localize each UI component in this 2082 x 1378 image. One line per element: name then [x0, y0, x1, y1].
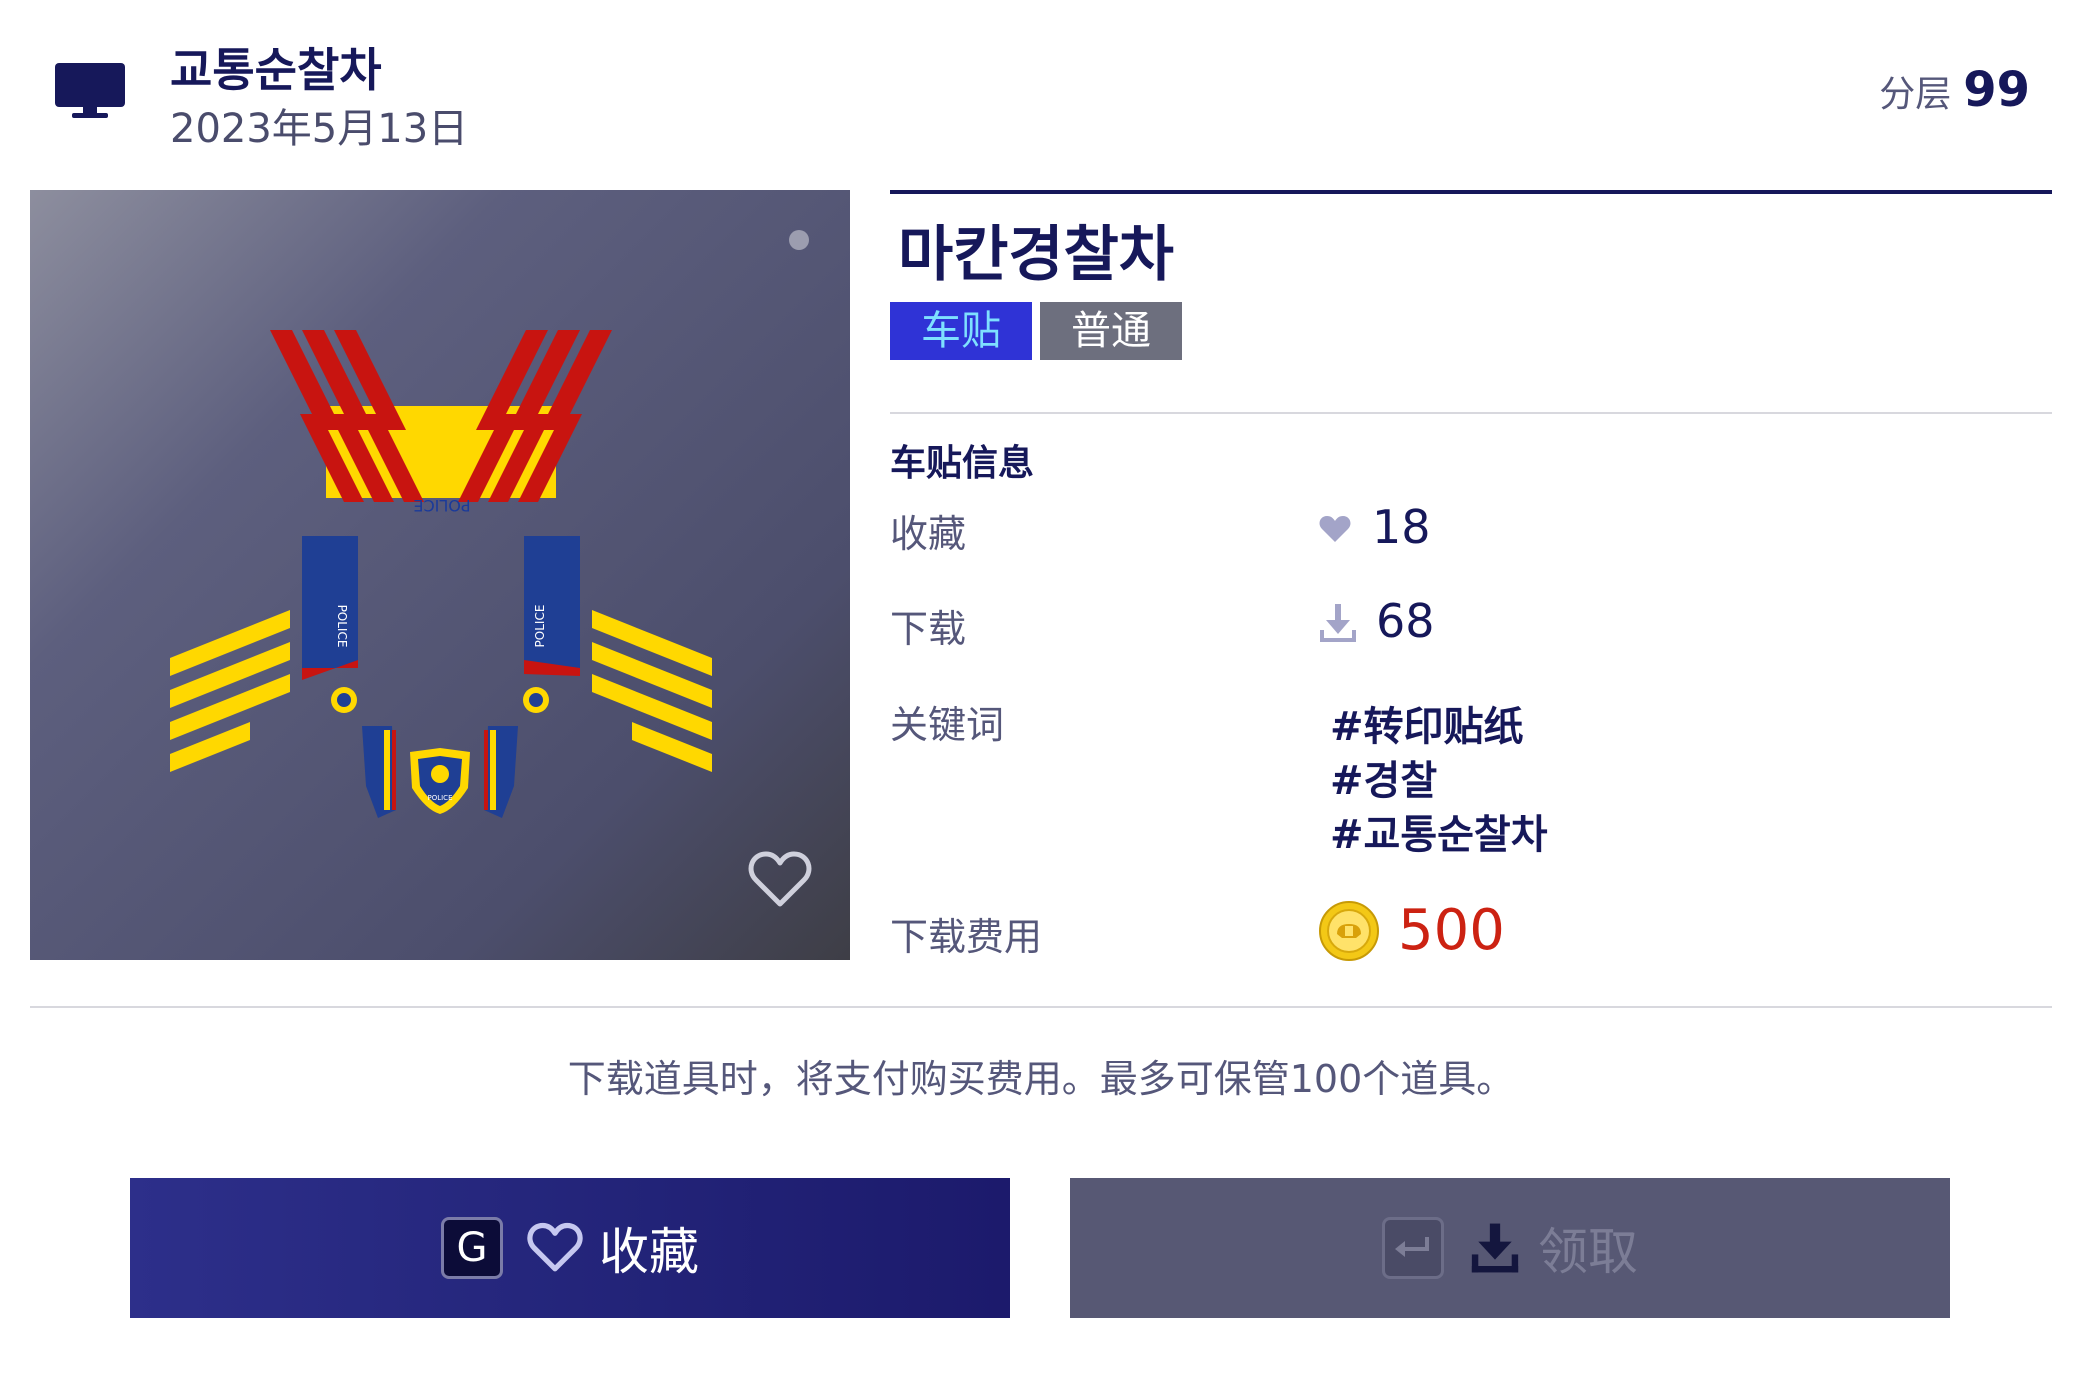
badge-text: POLICE — [427, 794, 452, 802]
favorite-button[interactable]: G 收藏 — [130, 1178, 1010, 1318]
favorite-button-label: 收藏 — [599, 1223, 699, 1281]
decal-text-side-right: POLICE — [533, 605, 547, 648]
item-title: 마칸경찰차 — [898, 220, 1174, 290]
decal-blue-bar-left — [302, 536, 358, 668]
favorites-label: 收藏 — [890, 512, 967, 556]
key-g-hint: G — [441, 1217, 503, 1279]
section-title: 车贴信息 — [890, 443, 1035, 484]
claim-button[interactable]: 领取 — [1070, 1178, 1950, 1318]
key-enter-hint — [1382, 1217, 1444, 1279]
police-decal-artwork: POLICE POLICE POLICE POLICE — [170, 330, 712, 818]
favorites-count: 18 — [1372, 500, 1431, 554]
title-divider — [890, 190, 2052, 194]
cost-value: 500 — [1398, 898, 1505, 963]
decal-preview[interactable]: POLICE POLICE POLICE POLICE — [30, 190, 850, 960]
layer-label: 分层 — [1879, 74, 1952, 115]
keywords-label: 关键词 — [890, 703, 1005, 747]
claim-button-label: 领取 — [1538, 1223, 1638, 1281]
layer-value: 99 — [1963, 62, 2030, 118]
decal-bottom-right — [484, 726, 518, 818]
decal-yellow-checker-right — [592, 610, 712, 772]
keyword-link[interactable]: #교통순찰차 — [1330, 802, 1548, 860]
purchase-notice: 下载道具时，将支付购买费用。最多可保管100个道具。 — [567, 1057, 1515, 1101]
author-name: 교통순찰차 — [170, 43, 382, 97]
downloads-count: 68 — [1376, 594, 1435, 648]
decal-yellow-checker-left — [170, 610, 290, 772]
post-date: 2023年5月13日 — [170, 106, 469, 152]
keyword-link[interactable]: #转印贴纸 — [1330, 694, 1524, 752]
cost-label: 下载费用 — [890, 915, 1043, 959]
heart-icon — [1319, 516, 1351, 542]
heart-outline-icon — [527, 1222, 583, 1272]
monitor-icon — [55, 63, 125, 118]
enter-key-icon — [1395, 1237, 1429, 1257]
tag-type: 车贴 — [890, 302, 1032, 360]
section-divider — [890, 412, 2052, 414]
tag-rarity: 普通 — [1040, 302, 1182, 360]
keyword-link[interactable]: #경찰 — [1330, 748, 1437, 806]
decal-bottom-left — [362, 726, 396, 818]
coin-icon — [1319, 901, 1379, 961]
heart-outline-icon[interactable] — [748, 850, 812, 910]
decal-text-side-left: POLICE — [335, 605, 349, 648]
download-icon — [1471, 1223, 1519, 1273]
bottom-divider — [30, 1006, 2052, 1008]
downloads-label: 下载 — [890, 607, 967, 651]
download-icon — [1320, 604, 1356, 642]
layer-indicator: 分层 99 — [1879, 62, 2030, 118]
page-dot-icon — [789, 230, 809, 250]
decal-text-top: POLICE — [413, 496, 470, 515]
